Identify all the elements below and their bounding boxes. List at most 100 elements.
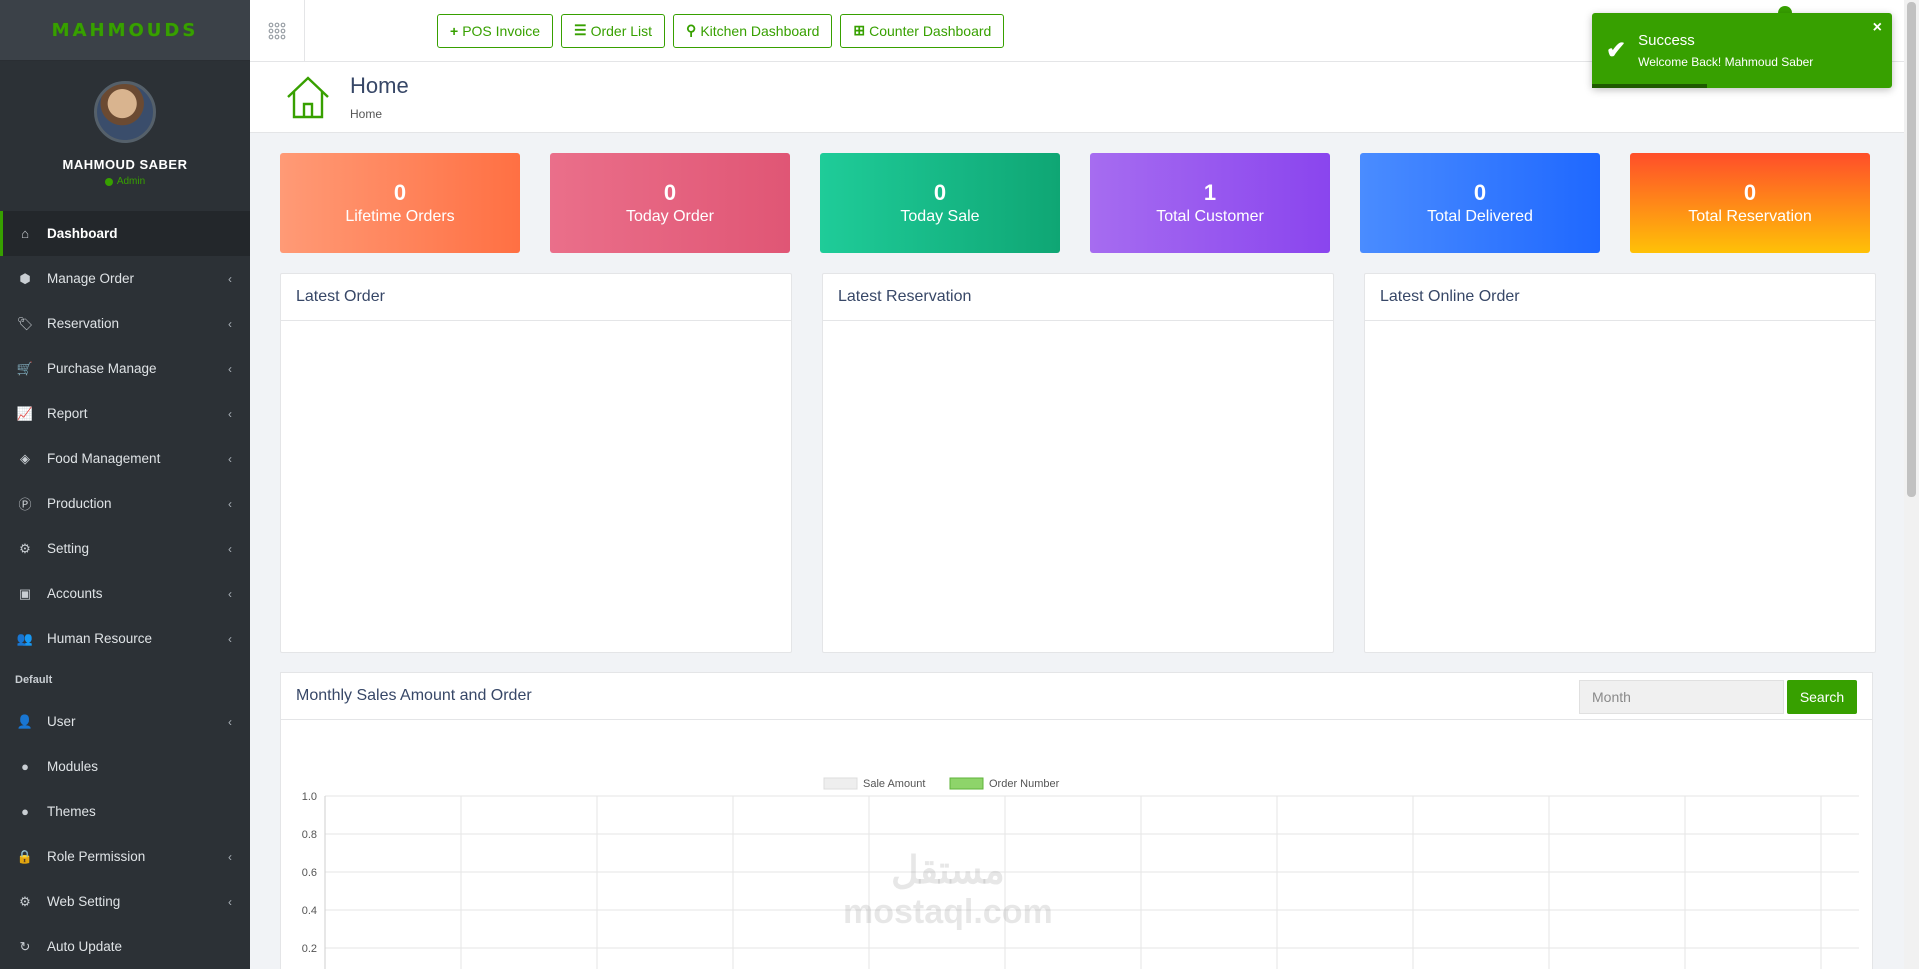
sidebar: MAHMOUDS MAHMOUD SABER Admin ⌂ Dashboard ⬢… — [0, 0, 250, 969]
sidebar-item-manage-order[interactable]: ⬢ Manage Order ‹ — [0, 256, 250, 301]
sidebar-item-accounts[interactable]: ▣ Accounts ‹ — [0, 571, 250, 616]
sidebar-item-label: Setting — [47, 541, 90, 556]
latest-panels: Latest Order Latest Reservation Latest O… — [280, 273, 1876, 653]
sidebar-item-themes[interactable]: ● Themes — [0, 789, 250, 834]
stat-card-total-customer[interactable]: 1 Total Customer — [1090, 153, 1330, 253]
button-label: POS Invoice — [462, 22, 541, 39]
list-icon: ☰ — [574, 22, 587, 38]
sidebar-item-reservation[interactable]: 🏷 Reservation ‹ — [0, 301, 250, 346]
logo-bar[interactable]: MAHMOUDS — [0, 0, 250, 61]
pos-invoice-button[interactable]: + POS Invoice — [437, 13, 554, 48]
watermark: مستقل mostaql.com — [843, 848, 1053, 932]
counter-dashboard-button[interactable]: ⊞ Counter Dashboard — [840, 13, 1005, 48]
stat-label: Today Order — [625, 208, 715, 225]
stat-card-today-sale[interactable]: 0 Today Sale — [820, 153, 1060, 253]
sidebar-item-label: Manage Order — [47, 271, 135, 286]
gear-icon: ⚙ — [19, 540, 31, 556]
cube-icon: ◈ — [20, 450, 30, 466]
watermark-arabic: مستقل — [890, 850, 1005, 892]
briefcase-icon: ▣ — [18, 585, 32, 601]
page-scrollbar[interactable] — [1904, 0, 1919, 969]
avatar[interactable] — [94, 81, 156, 143]
sidebar-item-web-setting[interactable]: ⚙ Web Setting ‹ — [0, 879, 250, 924]
chevron-left-icon: ‹ — [228, 631, 232, 646]
plus-icon: + — [450, 22, 459, 39]
stat-label: Today Sale — [900, 208, 980, 225]
chevron-left-icon: ‹ — [228, 541, 232, 556]
chevron-left-icon: ‹ — [228, 271, 232, 286]
button-label: Order List — [590, 22, 653, 39]
grid-icon: ⊞ — [853, 22, 866, 38]
user-role: Admin — [104, 176, 146, 187]
users-icon: 👥 — [16, 630, 34, 646]
sidebar-item-report[interactable]: 📈 Report ‹ — [0, 391, 250, 436]
toast-title: Success — [1638, 32, 1695, 49]
sidebar-item-setting[interactable]: ⚙ Setting ‹ — [0, 526, 250, 571]
stat-card-today-order[interactable]: 0 Today Order — [550, 153, 790, 253]
month-input[interactable] — [1579, 680, 1784, 714]
latest-online-order-heading: Latest Online Order — [1365, 274, 1875, 321]
sidebar-item-auto-update[interactable]: ↻ Auto Update — [0, 924, 250, 969]
box-icon: ⬢ — [19, 270, 31, 286]
monthly-sales-heading: Monthly Sales Amount and Order — [296, 687, 532, 704]
sidebar-item-modules[interactable]: ● Modules — [0, 744, 250, 789]
stat-card-lifetime-orders[interactable]: 0 Lifetime Orders — [280, 153, 520, 253]
latest-reservation-heading: Latest Reservation — [823, 274, 1333, 321]
stat-card-total-delivered[interactable]: 0 Total Delivered — [1360, 153, 1600, 253]
sidebar-item-label: Report — [47, 406, 88, 421]
monthly-sales-panel: Monthly Sales Amount and Order Search Sa… — [280, 672, 1873, 969]
sidebar-item-label: Production — [47, 496, 112, 511]
sidebar-item-user[interactable]: 👤 User ‹ — [0, 699, 250, 744]
refresh-icon: ↻ — [19, 938, 31, 954]
chevron-left-icon: ‹ — [228, 316, 232, 331]
top-button-group: + POS Invoice ☰ Order List ⚲ Kitchen Dashboar… — [437, 13, 1005, 48]
kitchen-dashboard-button[interactable]: ⚲ Kitchen Dashboard — [673, 13, 833, 48]
scrollbar-thumb[interactable] — [1907, 2, 1916, 497]
sidebar-item-human-resource[interactable]: 👥 Human Resource ‹ — [0, 616, 250, 661]
stat-label: Total Delivered — [1427, 208, 1533, 225]
breadcrumb[interactable]: Home — [350, 107, 409, 121]
sidebar-item-label: User — [47, 714, 76, 729]
sales-chart: Sale Amount Order Number 1.0 0.8 0.6 0.4 0.2 — [302, 777, 1859, 969]
cog-icon: ⚙ — [19, 893, 31, 909]
sidebar-item-production[interactable]: Ⓟ Production ‹ — [0, 481, 250, 526]
sidebar-nav-default: 👤 User ‹ ● Modules ● Themes 🔒 Role Permission ‹ ⚙ W… — [0, 699, 250, 969]
latest-order-heading: Latest Order — [281, 274, 791, 321]
sidebar-item-role-permission[interactable]: 🔒 Role Permission ‹ — [0, 834, 250, 879]
stat-label: Lifetime Orders — [345, 208, 455, 225]
logo[interactable]: MAHMOUDS — [52, 20, 199, 41]
sidebar-item-dashboard[interactable]: ⌂ Dashboard — [0, 211, 250, 256]
sidebar-item-food-management[interactable]: ◈ Food Management ‹ — [0, 436, 250, 481]
sidebar-item-label: Purchase Manage — [47, 361, 157, 376]
cart-icon: 🛒 — [16, 360, 34, 376]
app-grid-button[interactable] — [250, 0, 305, 62]
chevron-left-icon: ‹ — [228, 361, 232, 376]
user-name: MAHMOUD SABER — [62, 157, 188, 172]
order-list-button[interactable]: ☰ Order List — [561, 13, 666, 48]
y-tick-label: 0.4 — [302, 905, 317, 917]
module-icon: ● — [21, 759, 29, 774]
search-button[interactable]: Search — [1787, 680, 1857, 714]
user-icon: 👤 — [16, 713, 34, 729]
chevron-left-icon: ‹ — [228, 406, 232, 421]
watermark-latin: mostaql.com — [843, 893, 1053, 931]
user-role-label: Admin — [116, 176, 146, 187]
legend-swatch — [949, 777, 984, 790]
sidebar-item-purchase-manage[interactable]: 🛒 Purchase Manage ‹ — [0, 346, 250, 391]
sidebar-item-label: Dashboard — [47, 226, 118, 241]
chevron-left-icon: ‹ — [228, 496, 232, 511]
y-tick-label: 0.2 — [302, 943, 317, 955]
stat-value: 0 — [933, 180, 947, 205]
stat-value: 0 — [1473, 180, 1487, 205]
legend-swatch — [823, 777, 858, 790]
sidebar-section-default: Default — [15, 674, 53, 686]
chevron-left-icon: ‹ — [228, 894, 232, 909]
success-toast[interactable]: ✔ Success Welcome Back! Mahmoud Saber × — [1592, 13, 1892, 88]
stat-card-total-reservation[interactable]: 0 Total Reservation — [1630, 153, 1870, 253]
toast-close-button[interactable]: × — [1873, 19, 1882, 37]
sidebar-item-label: Accounts — [47, 586, 103, 601]
stat-label: Total Reservation — [1688, 208, 1812, 225]
sidebar-item-label: Themes — [47, 804, 96, 819]
sidebar-item-label: Role Permission — [47, 849, 146, 864]
legend-label: Order Number — [989, 778, 1060, 790]
